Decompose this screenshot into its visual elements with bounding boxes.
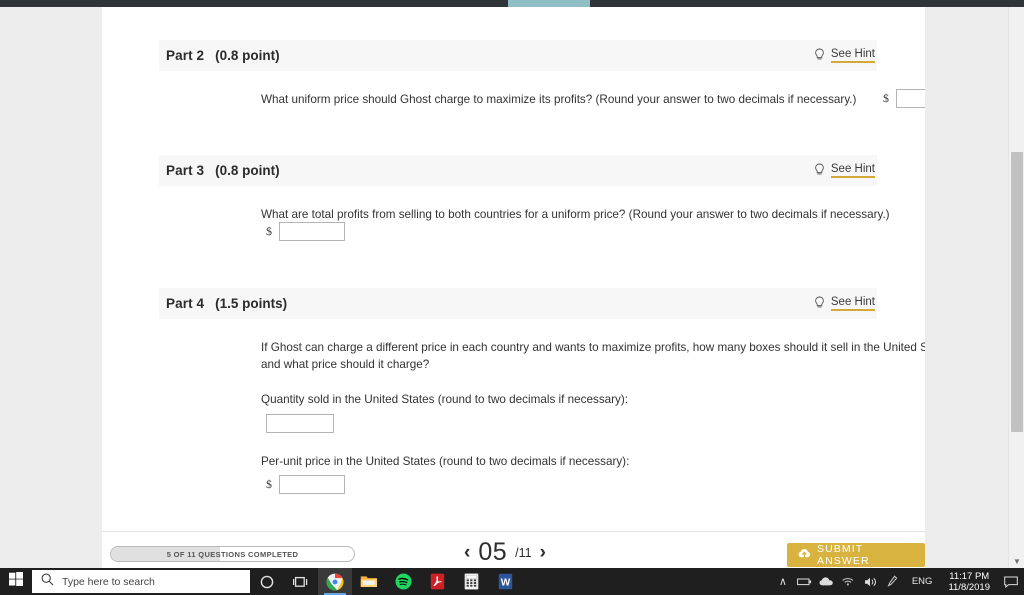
spotify-icon[interactable] bbox=[386, 568, 420, 595]
part-4-question-text: If Ghost can charge a different price in… bbox=[261, 341, 925, 371]
part-4-price-currency-symbol: $ bbox=[266, 477, 272, 491]
volume-icon[interactable] bbox=[860, 568, 882, 595]
part-3-see-hint-button[interactable]: See Hint bbox=[814, 163, 877, 178]
scroll-down-arrow-icon[interactable]: ▼ bbox=[1009, 554, 1024, 568]
top-progress-indicator bbox=[508, 0, 590, 7]
part-2-currency-symbol: $ bbox=[883, 91, 889, 105]
part-3-currency-symbol: $ bbox=[266, 224, 272, 238]
part-3-answer-input[interactable] bbox=[279, 222, 345, 241]
taskbar-search-box[interactable]: Type here to search bbox=[32, 570, 250, 593]
chrome-icon[interactable] bbox=[318, 568, 352, 595]
part-2-header: Part 2 (0.8 point) See Hint bbox=[159, 40, 877, 71]
svg-text:W: W bbox=[500, 577, 510, 588]
input-language-indicator[interactable]: ENG bbox=[904, 576, 941, 587]
part-4-sub-2-prompt: Per-unit price in the United States (rou… bbox=[261, 455, 630, 468]
question-pager: ‹ 05 /11 › bbox=[464, 538, 546, 567]
pen-workspace-icon[interactable] bbox=[882, 568, 904, 595]
file-explorer-icon[interactable] bbox=[352, 568, 386, 595]
part-2-see-hint-label: See Hint bbox=[830, 48, 875, 63]
part-3-points: (0.8 point) bbox=[215, 163, 280, 178]
part-4-quantity-input[interactable] bbox=[266, 414, 334, 433]
windows-logo-icon bbox=[9, 572, 23, 591]
part-3-see-hint-label: See Hint bbox=[830, 163, 875, 178]
lightbulb-icon bbox=[814, 48, 831, 63]
assignment-card: Part 2 (0.8 point) See Hint What uniform… bbox=[102, 7, 925, 578]
part-4-label: Part 4 bbox=[166, 296, 205, 311]
next-question-button[interactable]: › bbox=[540, 543, 546, 562]
part-3-label: Part 3 bbox=[166, 163, 205, 178]
assignment-scroll-area: Part 2 (0.8 point) See Hint What uniform… bbox=[102, 7, 925, 524]
screen: Part 2 (0.8 point) See Hint What uniform… bbox=[0, 0, 1024, 595]
part-4-see-hint-label: See Hint bbox=[830, 296, 875, 311]
part-3-question-text: What are total profits from selling to b… bbox=[261, 208, 890, 221]
clock-date: 11/8/2019 bbox=[948, 581, 990, 593]
system-tray: ∧ ENG 11:17 PM 11/8/2019 bbox=[772, 568, 1024, 595]
part-4-see-hint-button[interactable]: See Hint bbox=[814, 296, 877, 311]
taskbar-clock[interactable]: 11:17 PM 11/8/2019 bbox=[940, 571, 998, 593]
lightbulb-icon bbox=[814, 163, 831, 178]
taskbar-search-placeholder: Type here to search bbox=[62, 575, 155, 588]
part-4-sub-1-answer-row bbox=[266, 414, 334, 433]
part-2-label: Part 2 bbox=[166, 48, 205, 63]
scrollbar-thumb[interactable] bbox=[1011, 152, 1023, 432]
lightbulb-icon bbox=[814, 296, 831, 311]
task-view-icon[interactable] bbox=[284, 568, 318, 595]
part-2-points: (0.8 point) bbox=[215, 48, 280, 63]
questions-progress-bar: 5 OF 11 QUESTIONS COMPLETED bbox=[110, 546, 355, 562]
previous-question-button[interactable]: ‹ bbox=[464, 543, 470, 562]
part-3-header: Part 3 (0.8 point) See Hint bbox=[159, 155, 877, 186]
part-4-sub-1-prompt: Quantity sold in the United States (roun… bbox=[261, 393, 629, 406]
part-4-header: Part 4 (1.5 points) See Hint bbox=[159, 288, 877, 319]
search-icon bbox=[41, 573, 54, 591]
current-question-number: 05 bbox=[478, 538, 508, 566]
part-2-question-text: What uniform price should Ghost charge t… bbox=[261, 93, 857, 106]
page-scrollbar[interactable]: ▼ bbox=[1008, 7, 1024, 568]
adobe-acrobat-icon[interactable] bbox=[420, 568, 454, 595]
windows-start-button[interactable] bbox=[0, 568, 32, 595]
part-3-answer-row: $ bbox=[266, 222, 345, 241]
part-4-points: (1.5 points) bbox=[215, 296, 288, 311]
part-2-answer-row: $ bbox=[883, 89, 925, 108]
windows-taskbar: Type here to search W ∧ ENG 11:17 PM 11/… bbox=[0, 568, 1024, 595]
app-top-bar bbox=[0, 0, 1024, 7]
part-4-sub-2-answer-row: $ bbox=[266, 475, 345, 494]
clock-time: 11:17 PM bbox=[949, 570, 990, 582]
upload-cloud-icon bbox=[798, 546, 811, 564]
onedrive-cloud-icon[interactable] bbox=[816, 568, 838, 595]
total-questions-count: /11 bbox=[515, 545, 532, 560]
cortana-icon[interactable] bbox=[250, 568, 284, 595]
part-4-price-input[interactable] bbox=[279, 475, 345, 494]
submit-answer-label: SUBMIT ANSWER bbox=[817, 543, 870, 567]
wifi-icon[interactable] bbox=[838, 568, 860, 595]
battery-icon[interactable] bbox=[794, 568, 816, 595]
word-icon[interactable]: W bbox=[488, 568, 522, 595]
part-2-see-hint-button[interactable]: See Hint bbox=[814, 48, 877, 63]
part-2-answer-input[interactable] bbox=[896, 89, 925, 108]
questions-progress-label: 5 OF 11 QUESTIONS COMPLETED bbox=[166, 549, 299, 559]
calculator-icon[interactable] bbox=[454, 568, 488, 595]
action-center-icon[interactable] bbox=[998, 568, 1024, 595]
submit-answer-button[interactable]: SUBMIT ANSWER bbox=[787, 543, 925, 567]
show-hidden-icons-chevron-icon[interactable]: ∧ bbox=[772, 568, 794, 595]
